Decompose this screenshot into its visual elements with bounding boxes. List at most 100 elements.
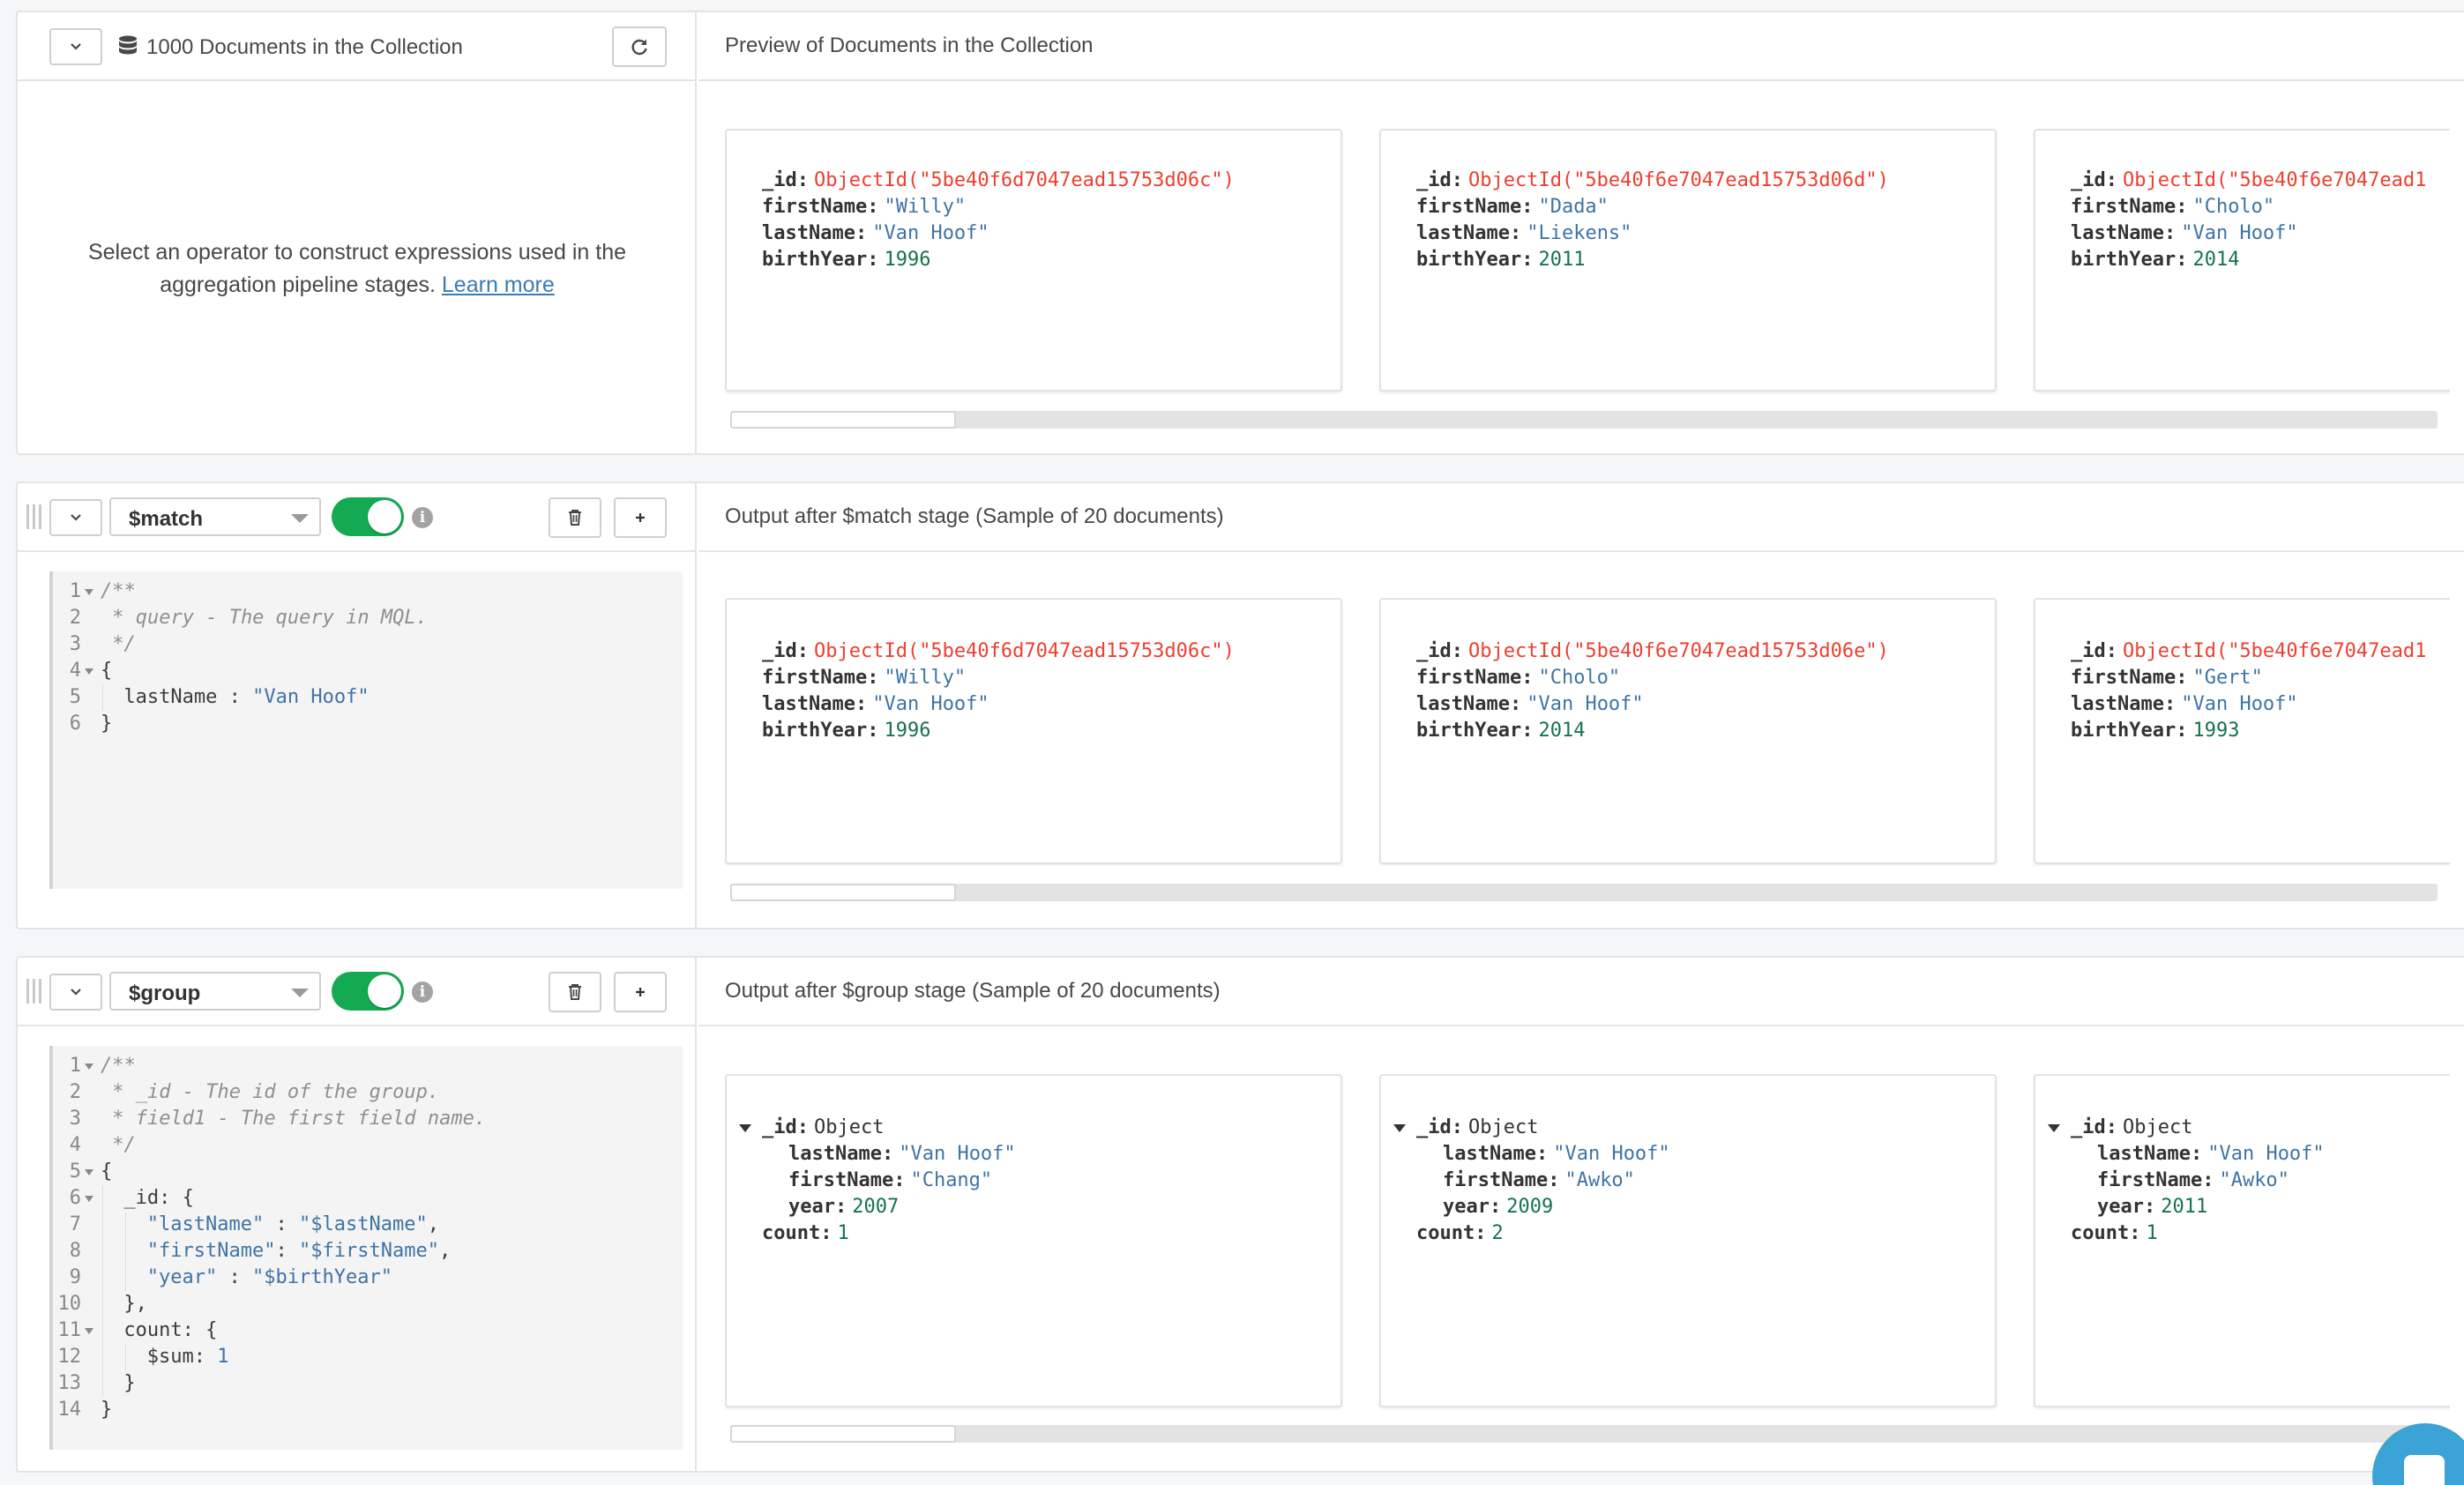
scrollbar-thumb[interactable]: [730, 884, 956, 901]
expand-caret-icon[interactable]: [1393, 1124, 1406, 1132]
document-card: _id: Object lastName: "Van Hoof" firstName: "…: [1379, 1074, 1997, 1407]
document-field: firstName: "Willy": [762, 194, 966, 220]
document-field: year: 2007: [788, 1194, 899, 1220]
code-token: _id: {: [123, 1187, 194, 1209]
document-field: birthYear: 2011: [1416, 247, 1585, 273]
collapse-source-button[interactable]: [49, 28, 102, 65]
group-code-editor[interactable]: 1/** 2 * _id - The id of the group. 3 * fi…: [49, 1046, 683, 1450]
toggle-knob: [368, 974, 401, 1008]
line-number: 5: [69, 686, 81, 708]
plus-icon: [636, 988, 645, 996]
fold-caret-icon[interactable]: [85, 1169, 93, 1175]
group-stage-toggle[interactable]: [332, 972, 404, 1011]
indent-guide: [102, 1265, 103, 1291]
code-line: 3 * field1 - The first field name.: [53, 1106, 683, 1132]
field-key: birthYear:: [2071, 249, 2188, 271]
code-line: 2 * query - The query in MQL.: [53, 605, 683, 631]
line-number: 1: [69, 1055, 81, 1077]
scrollbar-thumb[interactable]: [730, 1425, 956, 1443]
code-token: },: [123, 1293, 147, 1315]
field-value: ObjectId("5be40f6e7047ead1: [2122, 640, 2427, 662]
field-key: count:: [1416, 1222, 1487, 1244]
field-value: 1: [837, 1222, 849, 1244]
source-document-cards: _id: ObjectId("5be40f6d7047ead15753d06c")…: [725, 129, 2450, 404]
refresh-button[interactable]: [612, 26, 667, 67]
document-field: count: 1: [2071, 1220, 2158, 1247]
code-token: }: [123, 1372, 136, 1394]
field-value: "Van Hoof": [2181, 693, 2298, 715]
code-text: }: [101, 711, 112, 737]
field-value: "Van Hoof": [2207, 1143, 2325, 1165]
delete-match-stage-button[interactable]: [549, 497, 601, 538]
code-token: lastName: [123, 686, 218, 708]
match-horizontal-scrollbar[interactable]: [730, 884, 2438, 901]
field-key: count:: [2071, 1222, 2141, 1244]
field-key: birthYear:: [2071, 720, 2188, 742]
indent-guide: [125, 1265, 127, 1291]
info-icon[interactable]: i: [412, 507, 433, 528]
group-horizontal-scrollbar[interactable]: [730, 1425, 2438, 1443]
code-token: */: [101, 633, 136, 655]
field-key: count:: [762, 1222, 833, 1244]
field-value: "Van Hoof": [872, 693, 989, 715]
field-value: "Willy": [884, 667, 967, 689]
field-key: _id:: [2071, 1116, 2117, 1138]
match-operator-select[interactable]: $match: [109, 497, 321, 536]
expand-caret-icon[interactable]: [739, 1124, 751, 1132]
delete-group-stage-button[interactable]: [549, 972, 601, 1012]
info-icon[interactable]: i: [412, 981, 433, 1003]
document-field: year: 2009: [1443, 1194, 1553, 1220]
code-line: 12 $sum: 1: [53, 1344, 683, 1370]
drag-handle-icon[interactable]: [26, 504, 44, 529]
document-card: _id: ObjectId("5be40f6d7047ead15753d06c")…: [725, 129, 1342, 392]
field-key: lastName:: [788, 1143, 894, 1165]
document-field: lastName: "Van Hoof": [762, 691, 989, 718]
field-key: _id:: [762, 1116, 809, 1138]
add-stage-after-match-button[interactable]: [614, 497, 667, 538]
source-stage: 1000 Documents in the Collection Select …: [16, 11, 2464, 455]
field-value: 1993: [2192, 720, 2240, 742]
code-token: * query - The query in MQL.: [101, 607, 428, 629]
field-value: Object: [1467, 1116, 1539, 1138]
add-stage-after-group-button[interactable]: [614, 972, 667, 1012]
field-key: lastName:: [2071, 222, 2177, 244]
selected-operator: $group: [129, 981, 201, 1005]
code-line: 3 */: [53, 631, 683, 658]
line-number: 7: [69, 1213, 81, 1235]
document-field: birthYear: 1993: [2071, 718, 2239, 744]
collapse-group-button[interactable]: [49, 974, 102, 1011]
line-number: 9: [69, 1266, 81, 1288]
match-stage-toggle[interactable]: [332, 497, 404, 536]
code-token: * field1 - The first field name.: [101, 1108, 487, 1130]
fold-caret-icon[interactable]: [85, 1063, 93, 1070]
code-line: 13}: [53, 1370, 683, 1397]
fold-caret-icon[interactable]: [85, 1196, 93, 1202]
field-value: "Liekens": [1527, 222, 1632, 244]
source-stage-right: Preview of Documents in the Collection _…: [698, 12, 2464, 453]
fold-caret-icon[interactable]: [85, 589, 93, 595]
code-text: * _id - The id of the group.: [101, 1079, 439, 1106]
document-field: firstName: "Cholo": [2071, 194, 2274, 220]
line-number: 3: [69, 633, 81, 655]
fold-caret-icon[interactable]: [85, 668, 93, 675]
scrollbar-thumb[interactable]: [730, 411, 956, 429]
group-operator-select[interactable]: $group: [109, 972, 321, 1011]
code-token: */: [101, 1134, 136, 1156]
match-stage: $match i 1 /** 2 * query - The query in MQ…: [16, 481, 2464, 929]
fold-caret-icon[interactable]: [85, 1328, 93, 1334]
match-code-editor[interactable]: 1/** 2 * query - The query in MQL. 3 */4{5…: [49, 571, 683, 889]
line-number: 12: [57, 1346, 82, 1368]
document-field: birthYear: 2014: [2071, 247, 2239, 273]
collapse-match-button[interactable]: [49, 499, 102, 536]
drag-handle-icon[interactable]: [26, 979, 44, 1004]
field-value: "Van Hoof": [1527, 693, 1644, 715]
expand-caret-icon[interactable]: [2048, 1124, 2060, 1132]
field-value: "Van Hoof": [2181, 222, 2298, 244]
indent-guide: [102, 1344, 103, 1370]
learn-more-link[interactable]: Learn more: [442, 272, 555, 297]
field-value: "Van Hoof": [872, 222, 989, 244]
code-text: }: [101, 1397, 112, 1423]
source-horizontal-scrollbar[interactable]: [730, 411, 2438, 429]
field-key: year:: [2097, 1196, 2156, 1218]
code-token: "$lastName": [299, 1213, 428, 1235]
